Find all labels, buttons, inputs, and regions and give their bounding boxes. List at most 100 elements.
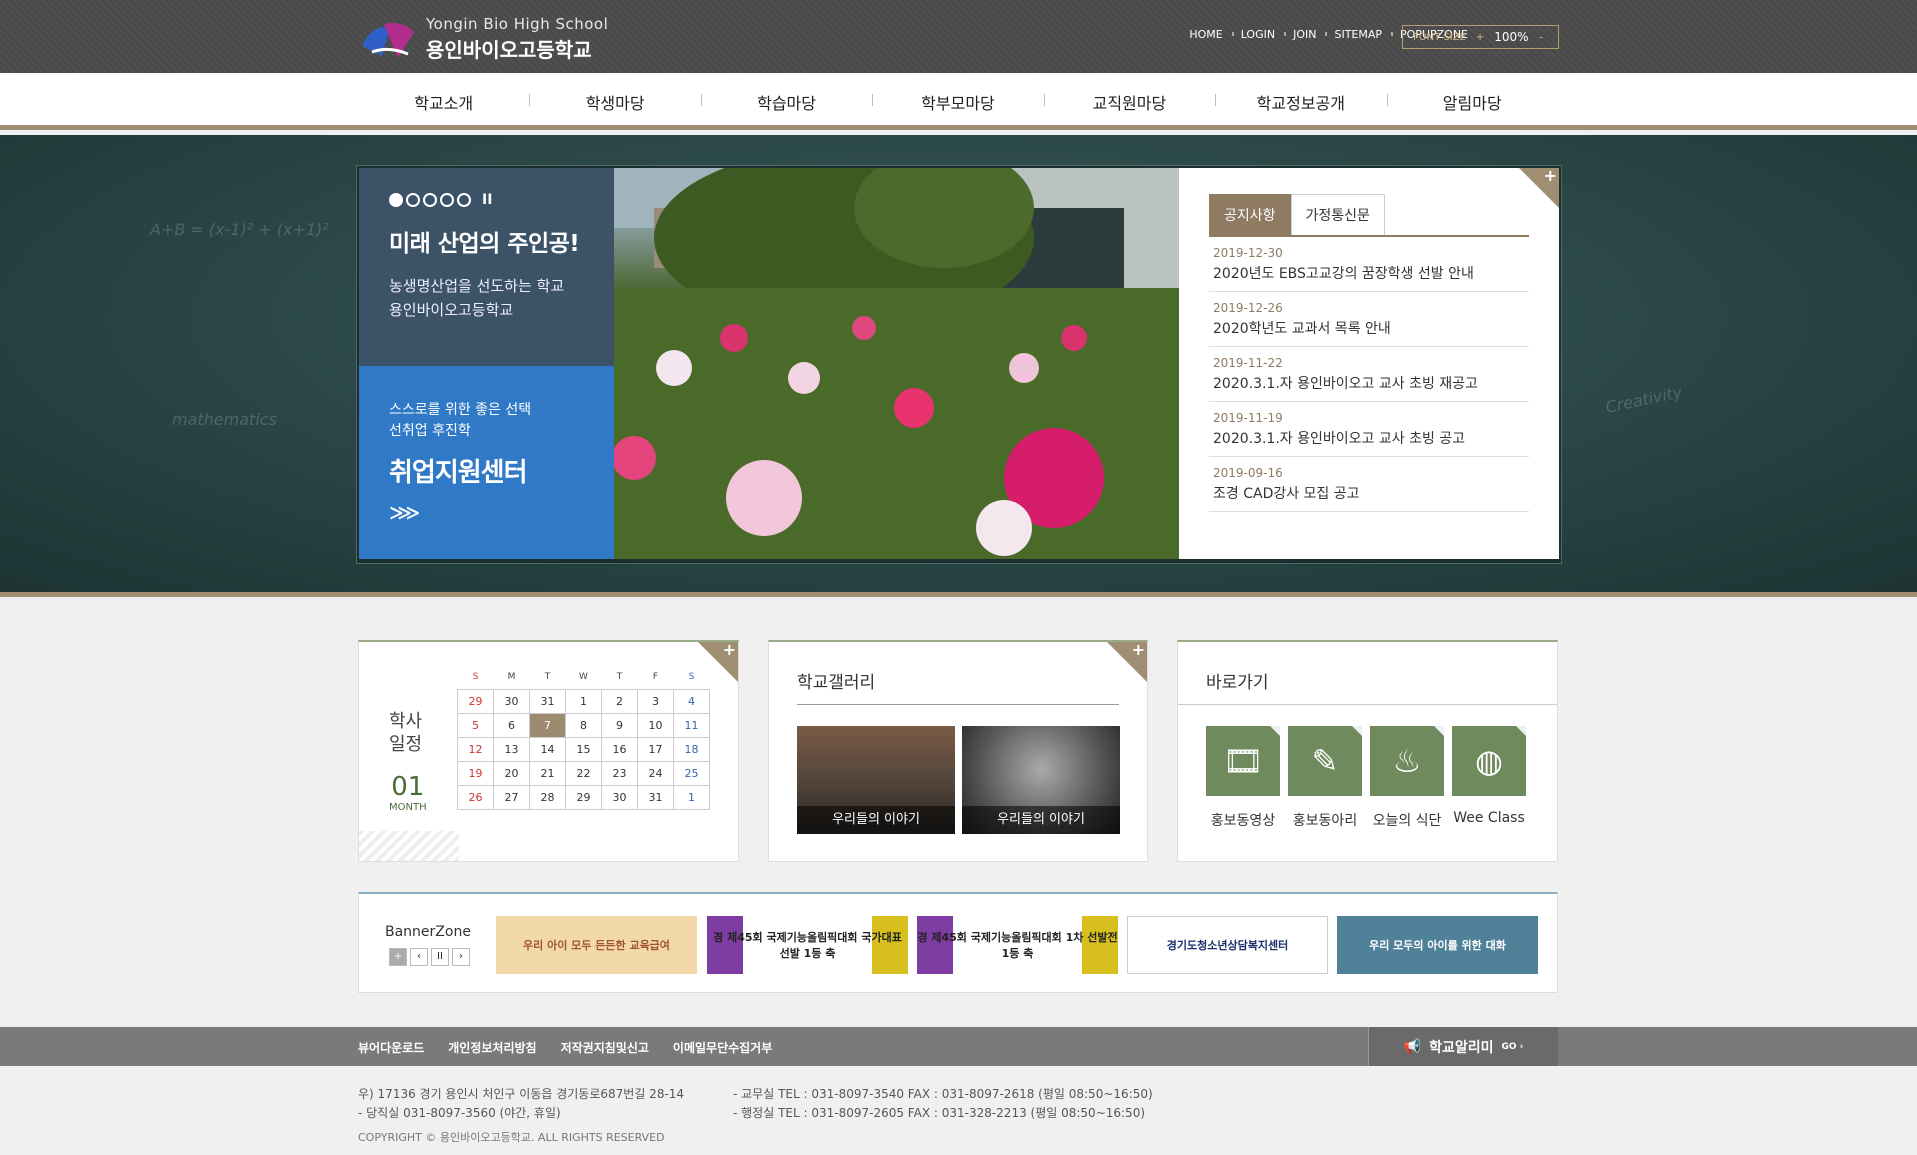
calendar-day[interactable]: 16 — [601, 736, 638, 762]
calendar-day[interactable]: 24 — [637, 760, 674, 786]
gallery-caption: 우리들의 이야기 — [797, 806, 955, 834]
font-increase-button[interactable]: + — [1476, 32, 1484, 43]
banner-pause-button[interactable]: II — [431, 948, 449, 966]
calendar-day[interactable]: 1 — [673, 784, 710, 810]
footer-link-email-refusal[interactable]: 이메일무단수집거부 — [673, 1039, 772, 1056]
calendar-day[interactable]: 1 — [565, 688, 602, 714]
calendar-day[interactable]: 12 — [457, 736, 494, 762]
calendar-day[interactable]: 7 — [529, 712, 566, 738]
font-size-control: FONT SIZE + 100% – — [1402, 25, 1559, 49]
notice-title[interactable]: 2020.3.1.자 용인바이오고 교사 초빙 공고 — [1213, 428, 1525, 448]
list-item[interactable]: 2019-11-19 2020.3.1.자 용인바이오고 교사 초빙 공고 — [1209, 402, 1529, 457]
main-nav: 학교소개 학생마당 학습마당 학부모마당 교직원마당 학교정보공개 알림마당 — [0, 73, 1917, 130]
nav-item-learning[interactable]: 학습마당 — [700, 90, 872, 114]
footer-link-copyright[interactable]: 저작권지침및신고 — [561, 1039, 649, 1056]
notice-panel: 공지사항 가정통신문 2019-12-30 2020년도 EBS고교강의 꿈장학… — [1179, 166, 1559, 559]
calendar-day[interactable]: 30 — [601, 784, 638, 810]
calendar-day[interactable]: 9 — [601, 712, 638, 738]
join-link[interactable]: JOIN — [1284, 28, 1325, 41]
calendar-day[interactable]: 23 — [601, 760, 638, 786]
nav-item-students[interactable]: 학생마당 — [529, 90, 700, 114]
nav-item-school-info[interactable]: 학교정보공개 — [1215, 90, 1386, 114]
list-item[interactable]: 2019-09-16 조경 CAD강사 모집 공고 — [1209, 457, 1529, 512]
banner-more-button[interactable]: + — [389, 948, 407, 966]
calendar-day[interactable]: 5 — [457, 712, 494, 738]
notice-date: 2019-09-16 — [1213, 466, 1283, 480]
calendar-day[interactable]: 15 — [565, 736, 602, 762]
calendar-day[interactable]: 28 — [529, 784, 566, 810]
calendar-day[interactable]: 2 — [601, 688, 638, 714]
calendar-day[interactable]: 11 — [673, 712, 710, 738]
nav-item-school-intro[interactable]: 학교소개 — [358, 90, 529, 114]
banner-next-button[interactable]: › — [452, 948, 470, 966]
tab-notices[interactable]: 공지사항 — [1209, 194, 1291, 235]
calendar-day[interactable]: 4 — [673, 688, 710, 714]
slide-dot[interactable] — [423, 193, 437, 207]
slide-dot[interactable] — [406, 193, 420, 207]
notice-title[interactable]: 2020.3.1.자 용인바이오고 교사 초빙 재공고 — [1213, 373, 1525, 393]
calendar-day[interactable]: 29 — [457, 688, 494, 714]
list-item[interactable]: 2019-12-26 2020학년도 교과서 목록 안내 — [1209, 292, 1529, 347]
calendar-day[interactable]: 18 — [673, 736, 710, 762]
home-link[interactable]: HOME — [1180, 28, 1231, 41]
calendar-day[interactable]: 17 — [637, 736, 674, 762]
calendar-day[interactable]: 29 — [565, 784, 602, 810]
list-item[interactable]: 2019-11-22 2020.3.1.자 용인바이오고 교사 초빙 재공고 — [1209, 347, 1529, 402]
calendar-day[interactable]: 10 — [637, 712, 674, 738]
login-link[interactable]: LOGIN — [1231, 28, 1284, 41]
calendar-day[interactable]: 30 — [493, 688, 530, 714]
shortcut-promo-club[interactable]: ✎ 홍보동아리 — [1288, 726, 1362, 830]
gallery-thumbnail[interactable]: 우리들의 이야기 — [797, 726, 955, 834]
more-plus-icon[interactable] — [1519, 166, 1559, 208]
notice-title[interactable]: 2020년도 EBS고교강의 꿈장학생 선발 안내 — [1213, 263, 1525, 283]
banner-prev-button[interactable]: ‹ — [410, 948, 428, 966]
calendar-day[interactable]: 31 — [637, 784, 674, 810]
notice-title[interactable]: 조경 CAD강사 모집 공고 — [1213, 483, 1525, 503]
tab-newsletter[interactable]: 가정통신문 — [1290, 194, 1385, 235]
calendar-day[interactable]: 27 — [493, 784, 530, 810]
sitemap-link[interactable]: SITEMAP — [1325, 28, 1391, 41]
calendar-day[interactable]: 8 — [565, 712, 602, 738]
nav-item-notices[interactable]: 알림마당 — [1386, 90, 1558, 114]
shortcut-wee-class[interactable]: ◍ Wee Class — [1452, 726, 1526, 826]
career-center-banner[interactable]: 스스로를 위한 좋은 선택 선취업 후진학 취업지원센터 ⋙ — [359, 366, 614, 559]
shortcuts: 바로가기 🎞 홍보동영상 ✎ 홍보동아리 ♨ 오늘의 식단 ◍ Wee Clas… — [1177, 640, 1558, 862]
calendar-day[interactable]: 6 — [493, 712, 530, 738]
banner-skills-olympiad-1[interactable]: 경 제45회 국제기능올림픽대회 국가대표 선발 1등 축 — [707, 916, 908, 974]
notice-title[interactable]: 2020학년도 교과서 목록 안내 — [1213, 318, 1525, 338]
footer-link-viewer[interactable]: 뷰어다운로드 — [358, 1039, 424, 1056]
banner-dialogue[interactable]: 우리 모두의 아이를 위한 대화 — [1337, 916, 1538, 974]
banner-skills-olympiad-2[interactable]: 경 제45회 국제기능올림픽대회 1차 선발전 1등 축 — [917, 916, 1118, 974]
calendar-day[interactable]: 19 — [457, 760, 494, 786]
pause-icon[interactable]: II — [482, 192, 492, 208]
shortcut-promo-video[interactable]: 🎞 홍보동영상 — [1206, 726, 1280, 830]
more-plus-icon[interactable] — [1107, 640, 1147, 682]
footer-address: 우) 17136 경기 용인시 처인구 이동읍 경기동로687번길 28-14 … — [358, 1085, 684, 1123]
decorative-zigzag — [359, 831, 459, 861]
calendar-day[interactable]: 3 — [637, 688, 674, 714]
calendar-day[interactable]: 14 — [529, 736, 566, 762]
calendar-day[interactable]: 26 — [457, 784, 494, 810]
gallery-thumbnail[interactable]: 우리들의 이야기 — [962, 726, 1120, 834]
school-logo[interactable]: Yongin Bio High School 용인바이오고등학교 — [358, 15, 608, 62]
shortcut-todays-meal[interactable]: ♨ 오늘의 식단 — [1370, 726, 1444, 830]
calendar-day[interactable]: 31 — [529, 688, 566, 714]
slide-dot[interactable] — [389, 193, 403, 207]
chalk-mathematics: mathematics — [172, 410, 277, 429]
nav-item-parents[interactable]: 학부모마당 — [872, 90, 1043, 114]
calendar-day[interactable]: 25 — [673, 760, 710, 786]
list-item[interactable]: 2019-12-30 2020년도 EBS고교강의 꿈장학생 선발 안내 — [1209, 237, 1529, 292]
notice-date: 2019-12-26 — [1213, 301, 1283, 315]
calendar-day[interactable]: 13 — [493, 736, 530, 762]
slide-dot[interactable] — [440, 193, 454, 207]
calendar-day[interactable]: 21 — [529, 760, 566, 786]
font-decrease-button[interactable]: – — [1539, 32, 1544, 43]
banner-education-benefit[interactable]: 우리 아이 모두 든든한 교육급여 — [496, 916, 697, 974]
school-info-alert-button[interactable]: 📢 학교알리미 GO › — [1368, 1027, 1558, 1066]
calendar-day[interactable]: 22 — [565, 760, 602, 786]
calendar-day[interactable]: 20 — [493, 760, 530, 786]
banner-youth-counseling[interactable]: 경기도청소년상담복지센터 — [1127, 916, 1328, 974]
slide-dot[interactable] — [457, 193, 471, 207]
nav-item-staff[interactable]: 교직원마당 — [1043, 90, 1215, 114]
footer-link-privacy[interactable]: 개인정보처리방침 — [448, 1039, 536, 1056]
